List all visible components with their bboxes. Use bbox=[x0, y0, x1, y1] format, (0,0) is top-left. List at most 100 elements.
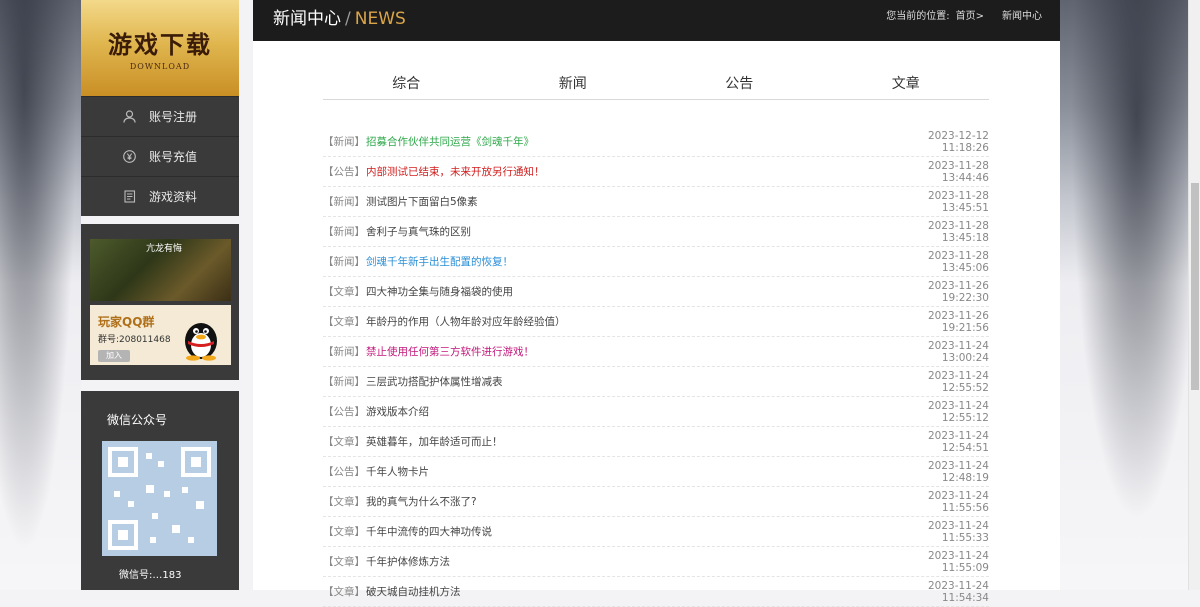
news-category-tag: 【新闻】 bbox=[323, 136, 365, 148]
qq-group-label: 玩家QQ群 bbox=[98, 315, 155, 329]
news-date: 2023-11-28 13:45:18 bbox=[927, 219, 989, 244]
news-category-tag: 【新闻】 bbox=[323, 196, 365, 208]
yen-coin-icon bbox=[123, 150, 137, 164]
news-category-tag: 【文章】 bbox=[323, 556, 365, 568]
news-row[interactable]: 【新闻】 剑魂千年新手出生配置的恢复！ 2023-11-28 13:45:06 bbox=[323, 247, 989, 277]
news-date: 2023-12-12 11:18:26 bbox=[927, 129, 989, 154]
news-title-link[interactable]: 千年人物卡片 bbox=[366, 464, 879, 479]
news-title-link[interactable]: 千年中流传的四大神功传说 bbox=[366, 524, 879, 539]
news-title-link[interactable]: 我的真气为什么不涨了? bbox=[366, 494, 879, 509]
wechat-card: 微信公众号 微信号:…183 bbox=[81, 391, 239, 590]
news-date: 2023-11-24 12:55:52 bbox=[927, 369, 989, 394]
news-category-tag: 【公告】 bbox=[323, 166, 365, 178]
news-date: 2023-11-24 13:00:24 bbox=[927, 339, 989, 364]
news-content: 综合 新闻 公告 文章 【新闻】 招募合作伙伴共同运营《剑魂千年》 2023-12-… bbox=[253, 41, 1060, 607]
news-title-link[interactable]: 内部测试已结束，未来开放另行通知！ bbox=[366, 164, 879, 179]
news-title-link[interactable]: 四大神功全集与随身福袋的使用 bbox=[366, 284, 879, 299]
news-date: 2023-11-24 12:55:12 bbox=[927, 399, 989, 424]
page-title: 新闻中心 / NEWS bbox=[273, 4, 406, 29]
news-date: 2023-11-28 13:45:51 bbox=[927, 189, 989, 214]
news-date: 2023-11-24 11:54:34 bbox=[927, 579, 989, 604]
news-row[interactable]: 【文章】 破天城自动挂机方法 2023-11-24 11:54:34 bbox=[323, 577, 989, 607]
news-row[interactable]: 【新闻】 招募合作伙伴共同运营《剑魂千年》 2023-12-12 11:18:26 bbox=[323, 127, 989, 157]
menu-label-game-info: 游戏资料 bbox=[148, 190, 197, 204]
news-title-link[interactable]: 剑魂千年新手出生配置的恢复！ bbox=[366, 254, 879, 269]
menu-item-register[interactable]: 账号注册 bbox=[81, 96, 239, 136]
game-screenshot-image: 亢龙有悔 bbox=[90, 239, 231, 301]
page-scrollbar[interactable] bbox=[1188, 0, 1200, 590]
news-title-link[interactable]: 禁止使用任何第三方软件进行游戏！ bbox=[366, 344, 879, 359]
news-row[interactable]: 【文章】 我的真气为什么不涨了? 2023-11-24 11:55:56 bbox=[323, 487, 989, 517]
news-title-link[interactable]: 三层武功搭配护体属性增减表 bbox=[366, 374, 879, 389]
news-category-tag: 【文章】 bbox=[323, 286, 365, 298]
wechat-qr-code bbox=[102, 441, 217, 556]
news-row[interactable]: 【公告】 游戏版本介绍 2023-11-24 12:55:12 bbox=[323, 397, 989, 427]
news-category-tag: 【文章】 bbox=[323, 316, 365, 328]
news-row[interactable]: 【新闻】 禁止使用任何第三方软件进行游戏！ 2023-11-24 13:00:24 bbox=[323, 337, 989, 367]
qq-penguin-icon bbox=[176, 317, 226, 364]
news-date: 2023-11-28 13:44:46 bbox=[927, 159, 989, 184]
news-tabs: 综合 新闻 公告 文章 bbox=[323, 69, 989, 100]
menu-label-recharge: 账号充值 bbox=[148, 150, 197, 164]
news-title-link[interactable]: 千年护体修炼方法 bbox=[366, 554, 879, 569]
news-row[interactable]: 【文章】 千年中流传的四大神功传说 2023-11-24 11:55:33 bbox=[323, 517, 989, 547]
news-date: 2023-11-24 12:54:51 bbox=[927, 429, 989, 454]
menu-label-register: 账号注册 bbox=[148, 110, 197, 124]
document-icon bbox=[123, 190, 137, 204]
news-row[interactable]: 【新闻】 测试图片下面留白5像素 2023-11-28 13:45:51 bbox=[323, 187, 989, 217]
news-category-tag: 【公告】 bbox=[323, 466, 365, 478]
news-category-tag: 【文章】 bbox=[323, 436, 365, 448]
breadcrumb-current[interactable]: 新闻中心 bbox=[1002, 7, 1042, 22]
news-date: 2023-11-24 11:55:09 bbox=[927, 549, 989, 574]
download-title: 游戏下载 bbox=[108, 30, 212, 59]
user-icon bbox=[123, 110, 137, 124]
news-row[interactable]: 【文章】 年龄丹的作用（人物年龄对应年龄经验值） 2023-11-26 19:21:… bbox=[323, 307, 989, 337]
background-left bbox=[0, 0, 81, 590]
game-screenshot-caption: 亢龙有悔 bbox=[146, 244, 183, 254]
background-right bbox=[1060, 0, 1188, 590]
scrollbar-thumb[interactable] bbox=[1191, 183, 1199, 390]
qq-join-button[interactable]: 加入 bbox=[98, 350, 130, 362]
news-category-tag: 【文章】 bbox=[323, 526, 365, 538]
news-category-tag: 【新闻】 bbox=[323, 346, 365, 358]
page-title-en: NEWS bbox=[354, 9, 406, 29]
news-row[interactable]: 【文章】 四大神功全集与随身福袋的使用 2023-11-26 19:22:30 bbox=[323, 277, 989, 307]
news-title-link[interactable]: 舍利子与真气珠的区别 bbox=[366, 224, 879, 239]
breadcrumb-prefix: 您当前的位置: bbox=[886, 11, 950, 22]
menu-item-game-info[interactable]: 游戏资料 bbox=[81, 176, 239, 216]
news-title-link[interactable]: 破天城自动挂机方法 bbox=[366, 584, 879, 599]
news-row[interactable]: 【新闻】 舍利子与真气珠的区别 2023-11-28 13:45:18 bbox=[323, 217, 989, 247]
sidebar: 游戏下载 DOWNLOAD 账号注册 账号充值 游戏资料 bbox=[81, 0, 239, 216]
tab-announcements[interactable]: 公告 bbox=[656, 69, 823, 99]
page-header: 新闻中心 / NEWS 您当前的位置: 首页> 新闻中心 bbox=[253, 0, 1060, 41]
menu-item-recharge[interactable]: 账号充值 bbox=[81, 136, 239, 176]
breadcrumb-home[interactable]: 首页> bbox=[956, 7, 984, 22]
news-date: 2023-11-26 19:21:56 bbox=[927, 309, 989, 334]
title-separator: / bbox=[345, 9, 351, 29]
news-row[interactable]: 【公告】 内部测试已结束，未来开放另行通知！ 2023-11-28 13:44:46 bbox=[323, 157, 989, 187]
news-title-link[interactable]: 英雄暮年，加年龄适可而止！ bbox=[366, 434, 879, 449]
download-subtitle: DOWNLOAD bbox=[129, 62, 191, 71]
side-menu: 账号注册 账号充值 游戏资料 bbox=[81, 96, 239, 216]
news-date: 2023-11-24 11:55:33 bbox=[927, 519, 989, 544]
news-title-link[interactable]: 年龄丹的作用（人物年龄对应年龄经验值） bbox=[366, 314, 879, 329]
news-row[interactable]: 【公告】 千年人物卡片 2023-11-24 12:48:19 bbox=[323, 457, 989, 487]
news-title-link[interactable]: 招募合作伙伴共同运营《剑魂千年》 bbox=[366, 134, 879, 149]
tab-articles[interactable]: 文章 bbox=[823, 69, 990, 99]
news-category-tag: 【新闻】 bbox=[323, 226, 365, 238]
qq-group-box[interactable]: 玩家QQ群 群号:208011468 加入 bbox=[90, 305, 231, 365]
download-banner[interactable]: 游戏下载 DOWNLOAD bbox=[81, 0, 239, 96]
news-date: 2023-11-24 11:55:56 bbox=[927, 489, 989, 514]
news-category-tag: 【文章】 bbox=[323, 496, 365, 508]
news-category-tag: 【公告】 bbox=[323, 406, 365, 418]
qq-group-number: 群号:208011468 bbox=[98, 335, 171, 345]
news-category-tag: 【新闻】 bbox=[323, 256, 365, 268]
tab-news[interactable]: 新闻 bbox=[490, 69, 657, 99]
news-row[interactable]: 【文章】 英雄暮年，加年龄适可而止！ 2023-11-24 12:54:51 bbox=[323, 427, 989, 457]
news-row[interactable]: 【新闻】 三层武功搭配护体属性增减表 2023-11-24 12:55:52 bbox=[323, 367, 989, 397]
news-title-link[interactable]: 测试图片下面留白5像素 bbox=[366, 194, 879, 209]
news-row[interactable]: 【文章】 千年护体修炼方法 2023-11-24 11:55:09 bbox=[323, 547, 989, 577]
wechat-id: 微信号:…183 bbox=[119, 570, 182, 581]
tab-all[interactable]: 综合 bbox=[323, 69, 490, 99]
news-title-link[interactable]: 游戏版本介绍 bbox=[366, 404, 879, 419]
